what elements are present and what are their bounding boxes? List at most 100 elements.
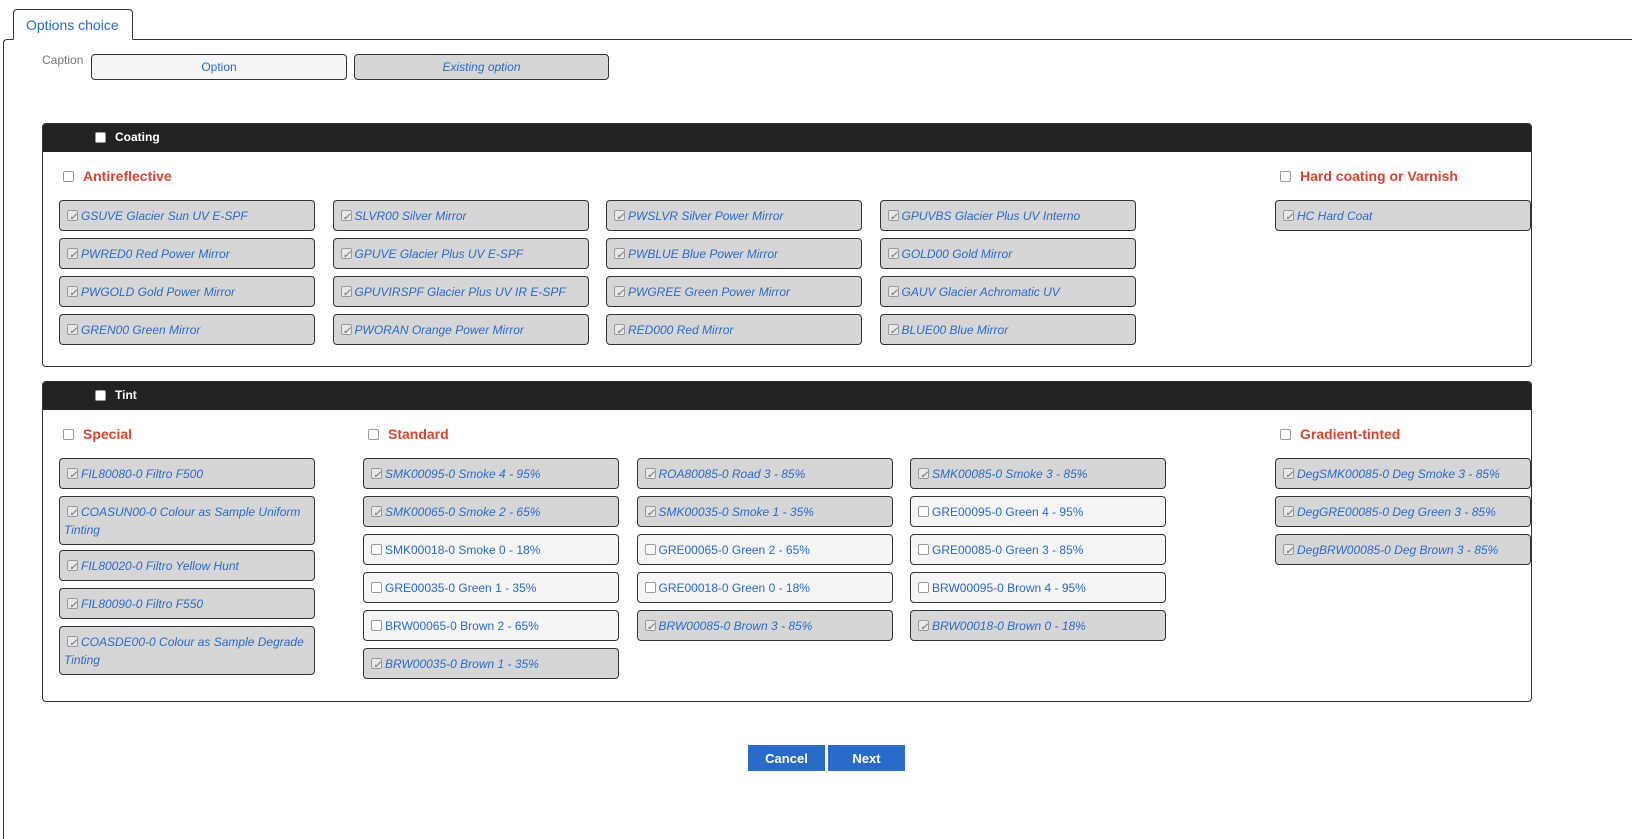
next-button[interactable]: Next — [828, 745, 905, 771]
antireflective-checkbox[interactable] — [63, 171, 74, 182]
option-tile[interactable]: GRE00095-0 Green 4 - 95% — [910, 496, 1166, 527]
option-checkbox[interactable] — [614, 285, 625, 303]
option-tile[interactable]: COASUN00-0 Colour as Sample Uniform Tint… — [59, 496, 315, 545]
option-tile[interactable]: GPUVE Glacier Plus UV E-SPF — [332, 238, 589, 269]
cancel-button[interactable]: Cancel — [748, 745, 825, 771]
option-checkbox[interactable] — [371, 544, 382, 555]
option-tile[interactable]: SMK00035-0 Smoke 1 - 35% — [636, 496, 893, 527]
option-tile[interactable]: PWSLVR Silver Power Mirror — [606, 200, 862, 231]
option-checkbox[interactable] — [340, 285, 352, 303]
option-tile[interactable]: HC Hard Coat — [1275, 200, 1531, 231]
option-label: GOLD00 Gold Mirror — [901, 247, 1013, 261]
option-tile[interactable]: FIL80090-0 Filtro F550 — [59, 588, 315, 619]
option-checkbox[interactable] — [340, 209, 352, 227]
option-checkbox[interactable] — [340, 323, 352, 341]
option-tile[interactable]: PWRED0 Red Power Mirror — [59, 238, 315, 269]
option-label: GRE00035-0 Green 1 - 35% — [385, 581, 537, 595]
option-tile[interactable]: COASDE00-0 Colour as Sample Degrade Tint… — [59, 626, 315, 675]
option-checkbox[interactable] — [614, 209, 625, 227]
option-tile[interactable]: SMK00065-0 Smoke 2 - 65% — [363, 496, 619, 527]
option-tile[interactable]: BRW00085-0 Brown 3 - 85% — [636, 610, 893, 641]
option-checkbox[interactable] — [1283, 543, 1294, 561]
option-tile[interactable]: BRW00065-0 Brown 2 - 65% — [363, 610, 619, 641]
option-checkbox[interactable] — [887, 247, 899, 265]
option-tile[interactable]: FIL80080-0 Filtro F500 — [59, 458, 315, 489]
caption-label: Caption — [42, 53, 84, 67]
option-checkbox[interactable] — [887, 285, 899, 303]
option-checkbox[interactable] — [644, 505, 656, 523]
tint-checkbox[interactable] — [95, 390, 106, 401]
option-tile[interactable]: PWBLUE Blue Power Mirror — [606, 238, 862, 269]
gradient-tinted-checkbox[interactable] — [1280, 429, 1291, 440]
option-checkbox[interactable] — [371, 657, 382, 675]
option-tile[interactable]: DegBRW00085-0 Deg Brown 3 - 85% — [1275, 534, 1531, 565]
option-checkbox[interactable] — [644, 582, 656, 593]
option-checkbox[interactable] — [67, 559, 78, 577]
option-tile[interactable]: BRW00035-0 Brown 1 - 35% — [363, 648, 619, 679]
caption-existing-option-legend: Existing option — [354, 54, 609, 80]
option-tile[interactable]: GRE00035-0 Green 1 - 35% — [363, 572, 619, 603]
option-checkbox[interactable] — [371, 505, 382, 523]
option-tile[interactable]: PWORAN Orange Power Mirror — [332, 314, 589, 345]
option-checkbox[interactable] — [67, 247, 78, 265]
option-tile[interactable]: PWGOLD Gold Power Mirror — [59, 276, 315, 307]
option-checkbox[interactable] — [1283, 467, 1294, 485]
option-checkbox[interactable] — [67, 209, 78, 227]
option-checkbox[interactable] — [918, 544, 929, 555]
option-tile[interactable]: DegSMK00085-0 Deg Smoke 3 - 85% — [1275, 458, 1531, 489]
option-checkbox[interactable] — [67, 467, 78, 485]
option-checkbox[interactable] — [918, 467, 929, 485]
option-checkbox[interactable] — [67, 505, 78, 523]
option-checkbox[interactable] — [1283, 505, 1294, 523]
option-tile[interactable]: BLUE00 Blue Mirror — [879, 314, 1136, 345]
option-checkbox[interactable] — [371, 467, 382, 485]
tab-label: Options choice — [26, 17, 119, 33]
special-group-title: Special — [63, 426, 132, 442]
option-checkbox[interactable] — [340, 247, 352, 265]
option-checkbox[interactable] — [644, 467, 656, 485]
option-checkbox[interactable] — [918, 619, 929, 637]
standard-checkbox[interactable] — [368, 429, 379, 440]
option-tile[interactable]: SMK00018-0 Smoke 0 - 18% — [363, 534, 619, 565]
option-checkbox[interactable] — [371, 582, 382, 593]
option-tile[interactable]: RED000 Red Mirror — [606, 314, 862, 345]
tab-options-choice[interactable]: Options choice — [13, 9, 133, 40]
option-tile[interactable]: GREN00 Green Mirror — [59, 314, 315, 345]
option-tile[interactable]: PWGREE Green Power Mirror — [606, 276, 862, 307]
option-checkbox[interactable] — [67, 597, 78, 615]
special-checkbox[interactable] — [63, 429, 74, 440]
coating-checkbox[interactable] — [95, 132, 106, 143]
option-checkbox[interactable] — [371, 620, 382, 631]
option-checkbox[interactable] — [644, 544, 656, 555]
option-checkbox[interactable] — [67, 323, 78, 341]
option-checkbox[interactable] — [1283, 209, 1294, 227]
option-checkbox[interactable] — [67, 635, 78, 653]
option-tile[interactable]: SMK00085-0 Smoke 3 - 85% — [910, 458, 1166, 489]
coating-panel: Coating Antireflective GSUVE Glacier Sun… — [42, 123, 1532, 367]
option-tile[interactable]: GOLD00 Gold Mirror — [879, 238, 1136, 269]
option-tile[interactable]: GRE00065-0 Green 2 - 65% — [636, 534, 893, 565]
option-tile[interactable]: SLVR00 Silver Mirror — [332, 200, 589, 231]
option-tile[interactable]: ROA80085-0 Road 3 - 85% — [636, 458, 893, 489]
option-label: BLUE00 Blue Mirror — [901, 323, 1009, 337]
option-tile[interactable]: BRW00095-0 Brown 4 - 95% — [910, 572, 1166, 603]
option-tile[interactable]: GRE00018-0 Green 0 - 18% — [636, 572, 893, 603]
option-checkbox[interactable] — [614, 323, 625, 341]
hard-coating-checkbox[interactable] — [1280, 171, 1291, 182]
option-tile[interactable]: GAUV Glacier Achromatic UV — [879, 276, 1136, 307]
option-tile[interactable]: FIL80020-0 Filtro Yellow Hunt — [59, 550, 315, 581]
option-checkbox[interactable] — [614, 247, 625, 265]
option-checkbox[interactable] — [67, 285, 78, 303]
option-checkbox[interactable] — [887, 209, 899, 227]
option-tile[interactable]: GPUVIRSPF Glacier Plus UV IR E-SPF — [332, 276, 589, 307]
option-tile[interactable]: GSUVE Glacier Sun UV E-SPF — [59, 200, 315, 231]
option-checkbox[interactable] — [918, 582, 929, 593]
option-checkbox[interactable] — [918, 506, 929, 517]
option-tile[interactable]: GPUVBS Glacier Plus UV Interno — [879, 200, 1136, 231]
option-tile[interactable]: SMK00095-0 Smoke 4 - 95% — [363, 458, 619, 489]
option-checkbox[interactable] — [644, 619, 656, 637]
option-tile[interactable]: DegGRE00085-0 Deg Green 3 - 85% — [1275, 496, 1531, 527]
option-tile[interactable]: BRW00018-0 Brown 0 - 18% — [910, 610, 1166, 641]
option-checkbox[interactable] — [887, 323, 899, 341]
option-tile[interactable]: GRE00085-0 Green 3 - 85% — [910, 534, 1166, 565]
